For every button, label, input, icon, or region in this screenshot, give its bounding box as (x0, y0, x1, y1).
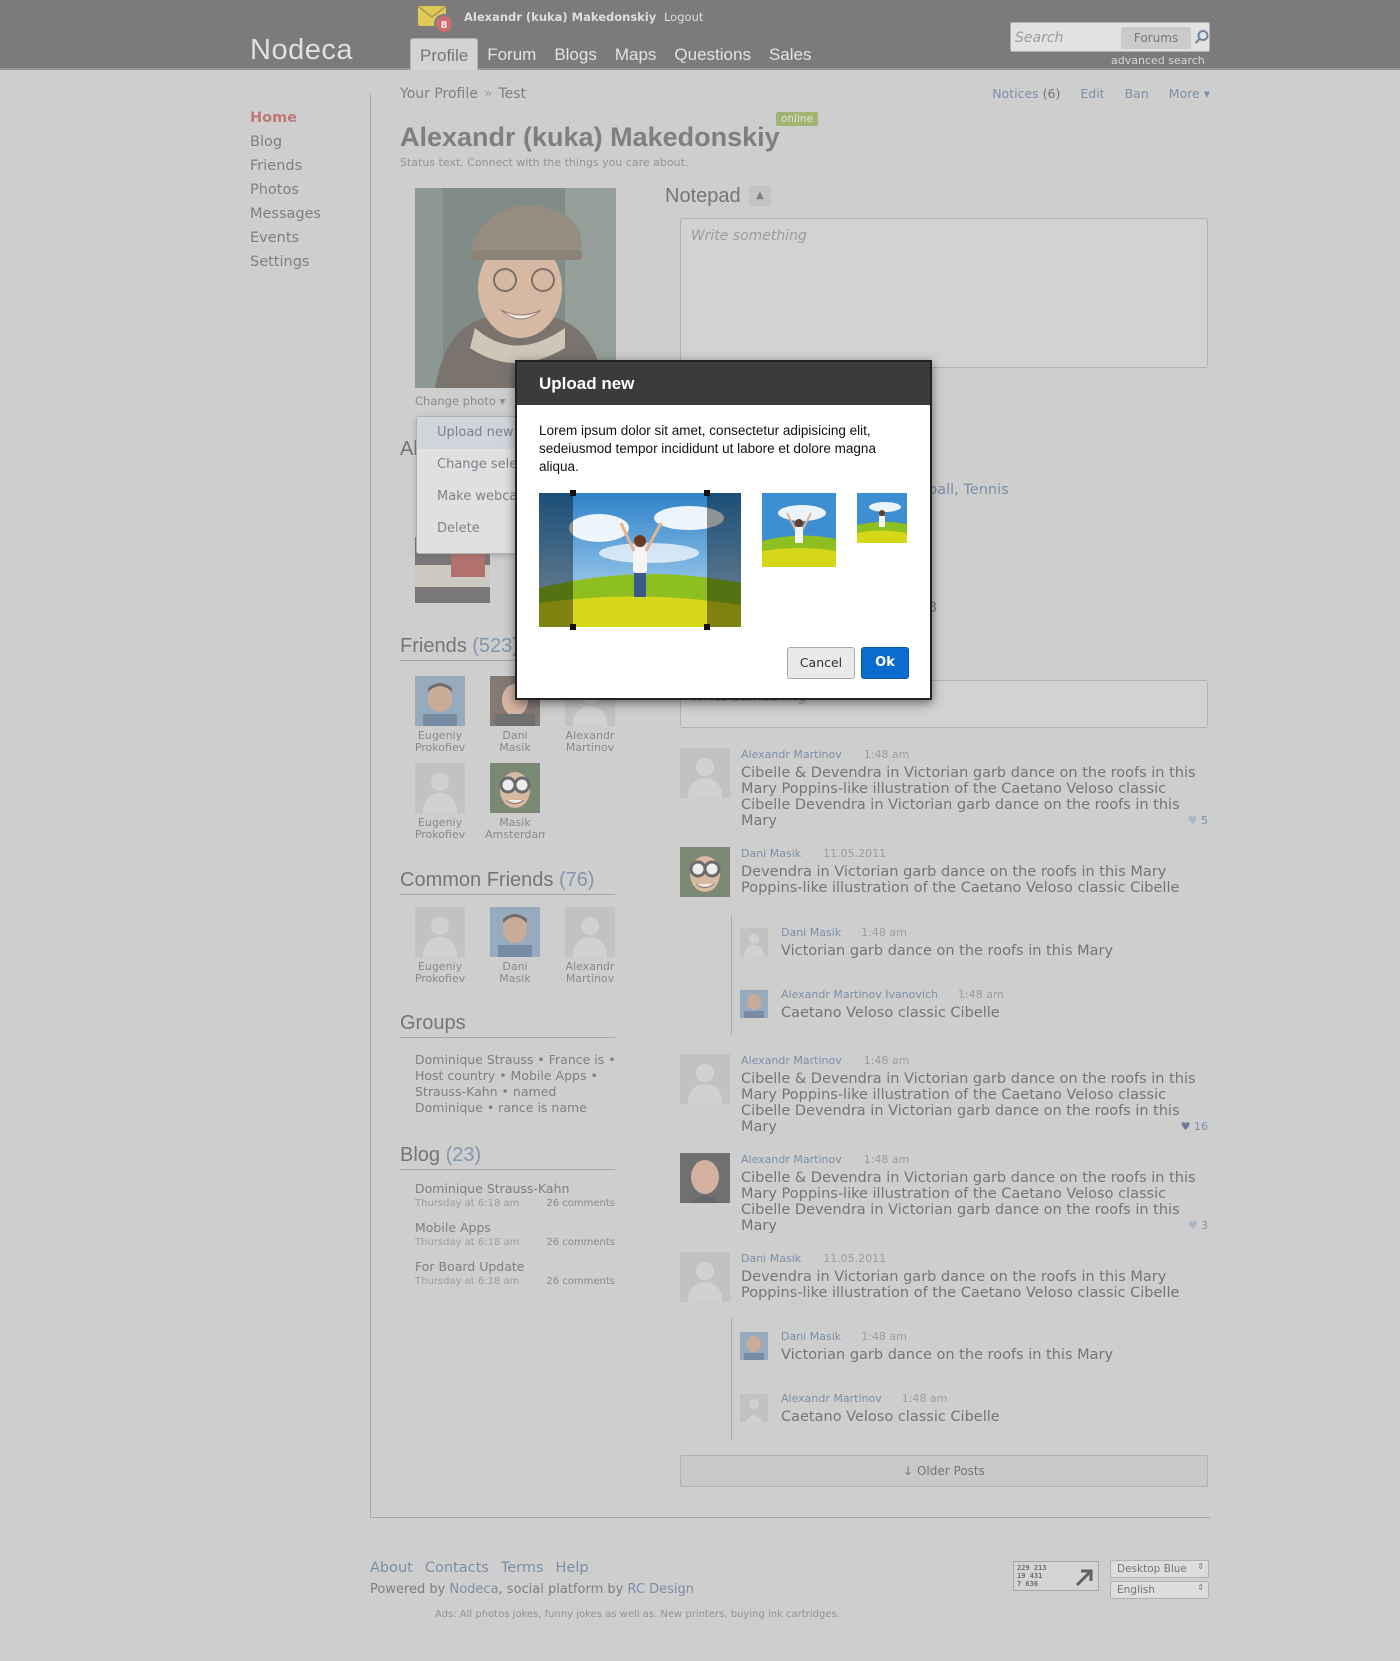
modal-overlay[interactable] (0, 0, 1400, 1661)
preview-large (762, 493, 836, 567)
upload-modal: Upload new Lorem ipsum dolor sit amet, c… (515, 360, 932, 700)
cancel-button[interactable]: Cancel (787, 647, 855, 679)
modal-body-text: Lorem ipsum dolor sit amet, consectetur … (539, 423, 876, 474)
crop-handle[interactable] (704, 624, 710, 630)
modal-title: Upload new (517, 362, 930, 405)
crop-handle[interactable] (570, 490, 576, 496)
crop-area[interactable] (539, 493, 741, 627)
preview-small (857, 493, 907, 543)
crop-handle[interactable] (704, 490, 710, 496)
crop-handle[interactable] (570, 624, 576, 630)
ok-button[interactable]: Ok (861, 647, 909, 679)
